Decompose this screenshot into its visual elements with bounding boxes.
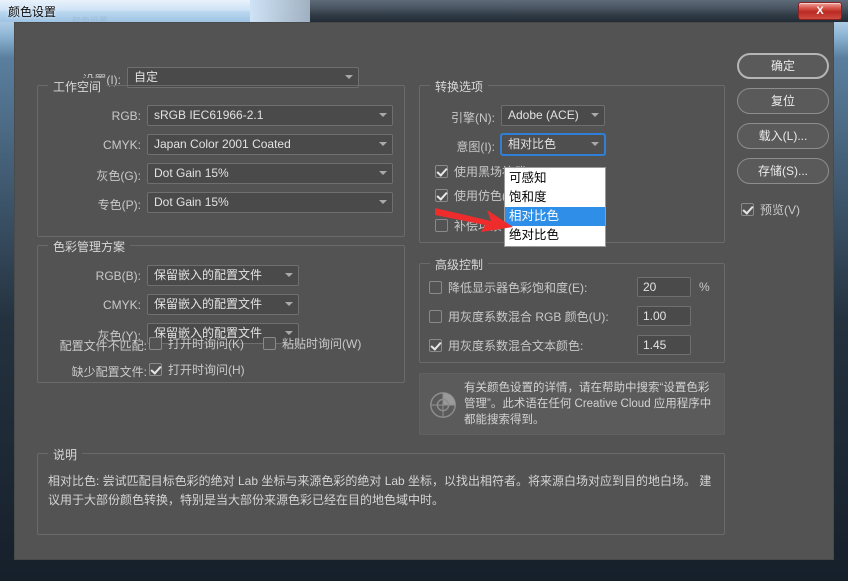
checkbox-box bbox=[429, 339, 442, 352]
chevron-down-icon bbox=[591, 113, 599, 117]
checkbox-box bbox=[149, 337, 162, 350]
desaturate-monitor-input[interactable]: 20 bbox=[637, 277, 691, 297]
intent-value: 相对比色 bbox=[508, 137, 557, 151]
settings-combo-value: 自定 bbox=[134, 70, 159, 84]
checkbox-box bbox=[263, 337, 276, 350]
checkbox-box bbox=[435, 165, 448, 178]
window-frame: 颜色设置 颜色设置 X 设置(I): 自定 工作空间 RGB: sRGB IEC… bbox=[0, 0, 848, 581]
window-title: 颜色设置 bbox=[8, 5, 57, 19]
missing-ask-open-checkbox[interactable]: 打开时询问(H) bbox=[149, 361, 245, 378]
checkbox-box bbox=[149, 363, 162, 376]
intent-option-saturation[interactable]: 饱和度 bbox=[505, 188, 605, 207]
blend-text-gamma-checkbox[interactable]: 用灰度系数混合文本颜色: bbox=[429, 337, 583, 354]
workspace-gray-label: 灰色(G): bbox=[96, 169, 141, 183]
intent-option-perceptual[interactable]: 可感知 bbox=[505, 169, 605, 188]
creative-cloud-target-icon bbox=[430, 392, 456, 418]
mismatch-ask-paste-checkbox[interactable]: 粘贴时询问(W) bbox=[263, 335, 361, 352]
profile-mismatch-label: 配置文件不匹配: bbox=[59, 339, 147, 353]
policy-cmyk-combo[interactable]: 保留嵌入的配置文件 bbox=[147, 294, 299, 315]
chevron-down-icon bbox=[285, 302, 293, 306]
description-legend: 说明 bbox=[48, 446, 83, 463]
titlebar-ghost-title: 颜色设置 bbox=[72, 16, 109, 22]
workspace-spot-label: 专色(P): bbox=[97, 198, 141, 212]
policy-cmyk-value: 保留嵌入的配置文件 bbox=[154, 297, 263, 311]
blend-rgb-gamma-input[interactable]: 1.00 bbox=[637, 306, 691, 326]
chevron-down-icon bbox=[285, 273, 293, 277]
intent-dropdown-list[interactable]: 可感知 饱和度 相对比色 绝对比色 bbox=[504, 167, 606, 247]
blend-rgb-gamma-label: 用灰度系数混合 RGB 颜色(U): bbox=[448, 310, 609, 324]
policy-cmyk-label: CMYK: bbox=[102, 298, 141, 312]
mismatch-ask-paste-label: 粘贴时询问(W) bbox=[282, 337, 362, 351]
color-settings-dialog: 设置(I): 自定 工作空间 RGB: sRGB IEC61966-2.1 CM… bbox=[14, 22, 834, 560]
workspace-rgb-combo[interactable]: sRGB IEC61966-2.1 bbox=[147, 105, 393, 126]
policy-rgb-combo[interactable]: 保留嵌入的配置文件 bbox=[147, 265, 299, 286]
mismatch-ask-open-label: 打开时询问(K) bbox=[168, 337, 244, 351]
checkbox-box bbox=[741, 203, 754, 216]
desaturate-monitor-checkbox[interactable]: 降低显示器色彩饱和度(E): bbox=[429, 279, 587, 296]
engine-value: Adobe (ACE) bbox=[508, 108, 579, 122]
workspace-gray-value: Dot Gain 15% bbox=[154, 166, 229, 180]
blend-text-gamma-label: 用灰度系数混合文本颜色: bbox=[448, 339, 584, 353]
preview-label: 预览(V) bbox=[760, 203, 800, 217]
intent-label: 意图(I): bbox=[456, 140, 495, 154]
checkbox-box bbox=[429, 310, 442, 323]
chevron-down-icon bbox=[345, 75, 353, 79]
workspace-rgb-label: RGB: bbox=[111, 109, 141, 123]
blend-rgb-gamma-checkbox[interactable]: 用灰度系数混合 RGB 颜色(U): bbox=[429, 308, 609, 325]
chevron-down-icon bbox=[379, 171, 387, 175]
workspace-cmyk-combo[interactable]: Japan Color 2001 Coated bbox=[147, 134, 393, 155]
missing-ask-open-label: 打开时询问(H) bbox=[168, 363, 245, 377]
engine-combo[interactable]: Adobe (ACE) bbox=[501, 105, 605, 126]
working-spaces-legend: 工作空间 bbox=[48, 78, 107, 95]
checkbox-box bbox=[435, 219, 448, 232]
description-group: 说明 相对比色: 尝试匹配目标色彩的绝对 Lab 坐标与来源色彩的绝对 Lab … bbox=[37, 446, 725, 535]
conversion-options-legend: 转换选项 bbox=[430, 78, 489, 95]
chevron-down-icon bbox=[379, 113, 387, 117]
info-note-box: 有关颜色设置的详情，请在帮助中搜索“设置色彩管理”。此术语在任何 Creativ… bbox=[419, 373, 725, 435]
mismatch-ask-open-checkbox[interactable]: 打开时询问(K) bbox=[149, 335, 244, 352]
desaturate-unit-label: % bbox=[699, 280, 710, 294]
advanced-controls-legend: 高级控制 bbox=[430, 256, 489, 273]
ok-button[interactable]: 确定 bbox=[737, 53, 829, 79]
engine-label: 引擎(N): bbox=[451, 111, 495, 125]
workspace-rgb-value: sRGB IEC61966-2.1 bbox=[154, 108, 264, 122]
title-bar: 颜色设置 颜色设置 X bbox=[0, 0, 848, 22]
workspace-cmyk-value: Japan Color 2001 Coated bbox=[154, 137, 291, 151]
workspace-spot-combo[interactable]: Dot Gain 15% bbox=[147, 192, 393, 213]
checkbox-box bbox=[435, 189, 448, 202]
load-button[interactable]: 载入(L)... bbox=[737, 123, 829, 149]
chevron-down-icon bbox=[591, 142, 599, 146]
titlebar-glass-dark bbox=[310, 0, 848, 22]
policy-rgb-value: 保留嵌入的配置文件 bbox=[154, 268, 263, 282]
chevron-down-icon bbox=[379, 200, 387, 204]
close-button[interactable]: X bbox=[798, 2, 842, 20]
preview-checkbox[interactable]: 预览(V) bbox=[741, 201, 800, 218]
save-button[interactable]: 存储(S)... bbox=[737, 158, 829, 184]
chevron-down-icon bbox=[379, 142, 387, 146]
workspace-cmyk-label: CMYK: bbox=[102, 138, 141, 152]
blend-text-gamma-input[interactable]: 1.45 bbox=[637, 335, 691, 355]
workspace-gray-combo[interactable]: Dot Gain 15% bbox=[147, 163, 393, 184]
description-text: 相对比色: 尝试匹配目标色彩的绝对 Lab 坐标与来源色彩的绝对 Lab 坐标，… bbox=[48, 474, 712, 507]
policy-rgb-label: RGB(B): bbox=[95, 269, 141, 283]
info-note-text: 有关颜色设置的详情，请在帮助中搜索“设置色彩管理”。此术语在任何 Creativ… bbox=[464, 382, 712, 426]
desaturate-monitor-label: 降低显示器色彩饱和度(E): bbox=[448, 281, 588, 295]
color-management-legend: 色彩管理方案 bbox=[48, 238, 131, 255]
intent-option-absolute-colorimetric[interactable]: 绝对比色 bbox=[505, 226, 605, 245]
checkbox-box bbox=[429, 281, 442, 294]
reset-button[interactable]: 复位 bbox=[737, 88, 829, 114]
intent-option-relative-colorimetric[interactable]: 相对比色 bbox=[505, 207, 605, 226]
missing-profile-label: 缺少配置文件: bbox=[71, 365, 147, 379]
intent-combo[interactable]: 相对比色 bbox=[501, 134, 605, 155]
workspace-spot-value: Dot Gain 15% bbox=[154, 195, 229, 209]
